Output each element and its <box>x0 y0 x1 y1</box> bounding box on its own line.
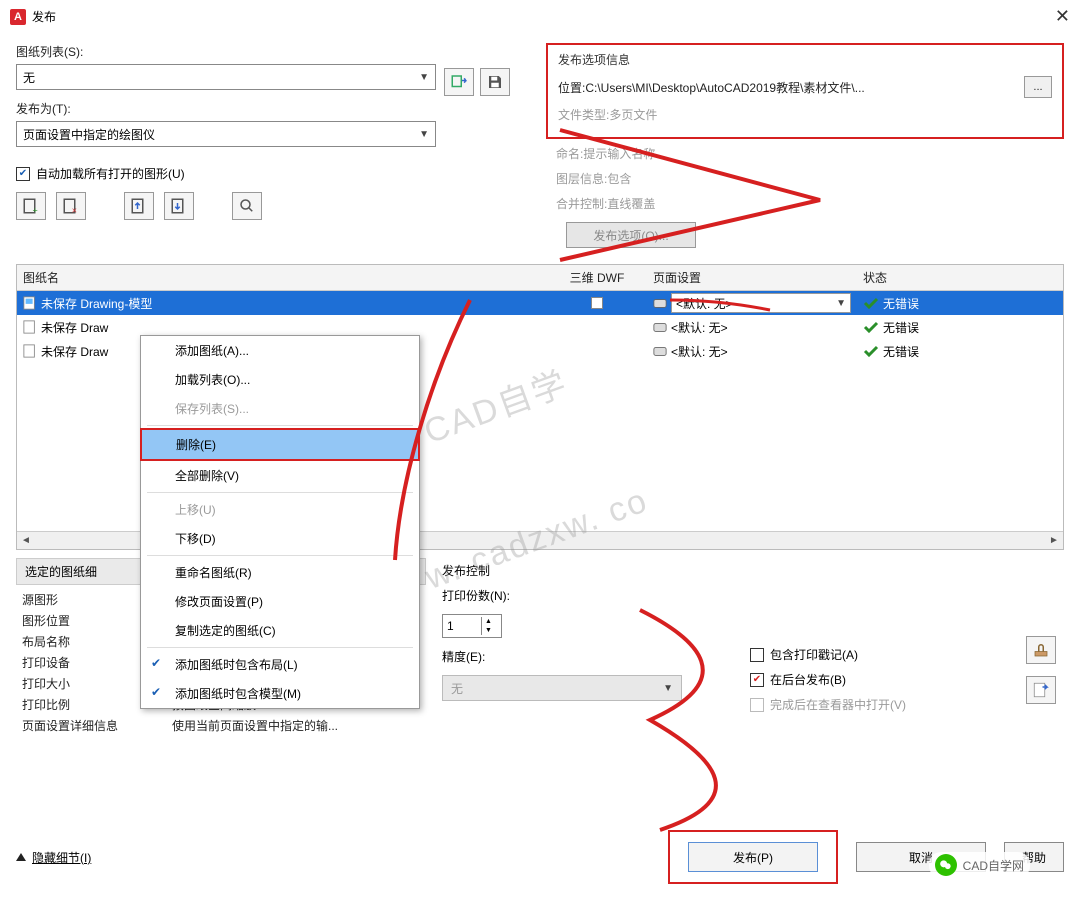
menu-move-down[interactable]: 下移(D) <box>141 524 419 553</box>
window-title: 发布 <box>32 8 56 25</box>
titlebar: A 发布 ✕ <box>0 0 1080 33</box>
sheet-list-dropdown[interactable]: 无 ▼ <box>16 64 436 90</box>
sheet-list-label: 图纸列表(S): <box>16 43 526 60</box>
menu-load-list[interactable]: 加载列表(O)... <box>141 365 419 394</box>
publish-as-dropdown[interactable]: 页面设置中指定的绘图仪 ▼ <box>16 121 436 147</box>
table-row[interactable]: 未保存 Drawing-模型 <默认: 无>▼ 无错误 <box>17 291 1063 315</box>
publish-as-label: 发布为(T): <box>16 100 526 117</box>
menu-change-pagesetup[interactable]: 修改页面设置(P) <box>141 587 419 616</box>
menu-copy-selected[interactable]: 复制选定的图纸(C) <box>141 616 419 645</box>
open-viewer-label: 完成后在查看器中打开(V) <box>770 696 906 713</box>
autoload-checkbox[interactable]: ✔ <box>16 167 30 181</box>
menu-move-up: 上移(U) <box>141 495 419 524</box>
th-dwf[interactable]: 三维 DWF <box>547 265 647 290</box>
spin-up-icon[interactable]: ▲ <box>482 617 495 626</box>
background-checkbox[interactable]: ✔ <box>750 673 764 687</box>
sheet-toolbar: + × <box>16 192 526 220</box>
dwf-checkbox[interactable] <box>591 297 603 309</box>
wechat-badge: CAD自学网 <box>929 852 1030 878</box>
triangle-up-icon <box>16 853 26 861</box>
th-status[interactable]: 状态 <box>857 265 1063 290</box>
row-name: 未保存 Draw <box>41 343 108 360</box>
precision-dropdown: 无▼ <box>442 675 682 701</box>
naming-value: 提示输入名称 <box>583 145 655 162</box>
layer-label: 图层信息: <box>556 170 607 187</box>
chevron-down-icon: ▼ <box>419 72 429 83</box>
filetype-label: 文件类型: <box>558 106 609 123</box>
merge-label: 合并控制: <box>556 195 607 212</box>
wechat-icon <box>935 854 957 876</box>
move-up-button[interactable] <box>124 192 154 220</box>
context-menu: 添加图纸(A)... 加载列表(O)... 保存列表(S)... 删除(E) 全… <box>140 335 420 709</box>
scroll-right-icon[interactable]: ► <box>1045 533 1063 549</box>
row-name: 未保存 Drawing-模型 <box>41 295 152 312</box>
preview-button[interactable] <box>232 192 262 220</box>
detail-pageinfo-label: 页面设置详细信息 <box>22 717 172 734</box>
th-pagesetup[interactable]: 页面设置 <box>647 265 857 290</box>
close-icon[interactable]: ✕ <box>1055 6 1070 27</box>
remove-sheet-button[interactable]: × <box>56 192 86 220</box>
pub-control-header: 发布控制 <box>442 558 1064 583</box>
save-button[interactable] <box>480 68 510 96</box>
publish-options-info: 发布选项信息 位置: C:\Users\MI\Desktop\AutoCAD20… <box>546 43 1064 139</box>
layer-value: 包含 <box>607 170 631 187</box>
row-pagesetup: <默认: 无> <box>671 319 728 336</box>
menu-delete-all[interactable]: 全部删除(V) <box>141 461 419 490</box>
menu-add-sheet[interactable]: 添加图纸(A)... <box>141 336 419 365</box>
open-viewer-checkbox <box>750 698 764 712</box>
svg-text:+: + <box>33 206 38 216</box>
copies-input[interactable] <box>443 619 481 633</box>
row-status: 无错误 <box>883 343 919 360</box>
copies-label: 打印份数(N): <box>442 587 510 604</box>
chevron-down-icon: ▼ <box>419 129 429 140</box>
hide-details-toggle[interactable]: 隐藏细节(I) <box>16 849 91 866</box>
move-down-button[interactable] <box>164 192 194 220</box>
publish-button[interactable]: 发布(P) <box>688 842 818 872</box>
publish-as-value: 页面设置中指定的绘图仪 <box>23 126 155 143</box>
th-name[interactable]: 图纸名 <box>17 265 547 290</box>
stamp-settings-button[interactable] <box>1026 636 1056 664</box>
app-logo: A <box>10 9 26 25</box>
svg-text:×: × <box>72 206 77 216</box>
browse-button[interactable]: ... <box>1024 76 1052 98</box>
filetype-value: 多页文件 <box>609 106 657 123</box>
autoload-label: 自动加载所有打开的图形(U) <box>36 165 185 182</box>
location-label: 位置: <box>558 79 585 96</box>
spin-down-icon[interactable]: ▼ <box>482 626 495 635</box>
copies-spinner[interactable]: ▲▼ <box>442 614 502 638</box>
include-stamp-checkbox[interactable] <box>750 648 764 662</box>
row-pagesetup: <默认: 无> <box>671 343 728 360</box>
pagesetup-dropdown[interactable]: <默认: 无>▼ <box>671 293 851 313</box>
import-button[interactable] <box>444 68 474 96</box>
row-status: 无错误 <box>883 319 919 336</box>
menu-include-model[interactable]: ✔添加图纸时包含模型(M) <box>141 679 419 708</box>
menu-rename[interactable]: 重命名图纸(R) <box>141 558 419 587</box>
precision-label: 精度(E): <box>442 648 485 665</box>
background-settings-button[interactable] <box>1026 676 1056 704</box>
publish-options-button[interactable]: 发布选项(O)... <box>566 222 696 248</box>
merge-value: 直线覆盖 <box>607 195 655 212</box>
menu-save-list: 保存列表(S)... <box>141 394 419 423</box>
menu-delete[interactable]: 删除(E) <box>142 430 418 459</box>
sheet-list-value: 无 <box>23 69 35 86</box>
location-value: C:\Users\MI\Desktop\AutoCAD2019教程\素材文件\.… <box>585 79 864 96</box>
row-status: 无错误 <box>883 295 919 312</box>
add-sheet-button[interactable]: + <box>16 192 46 220</box>
scroll-left-icon[interactable]: ◄ <box>17 533 35 549</box>
background-label: 在后台发布(B) <box>770 671 846 688</box>
row-name: 未保存 Draw <box>41 319 108 336</box>
menu-include-layout[interactable]: ✔添加图纸时包含布局(L) <box>141 650 419 679</box>
naming-label: 命名: <box>556 145 583 162</box>
info-header: 发布选项信息 <box>558 51 630 68</box>
include-stamp-label: 包含打印戳记(A) <box>770 646 858 663</box>
